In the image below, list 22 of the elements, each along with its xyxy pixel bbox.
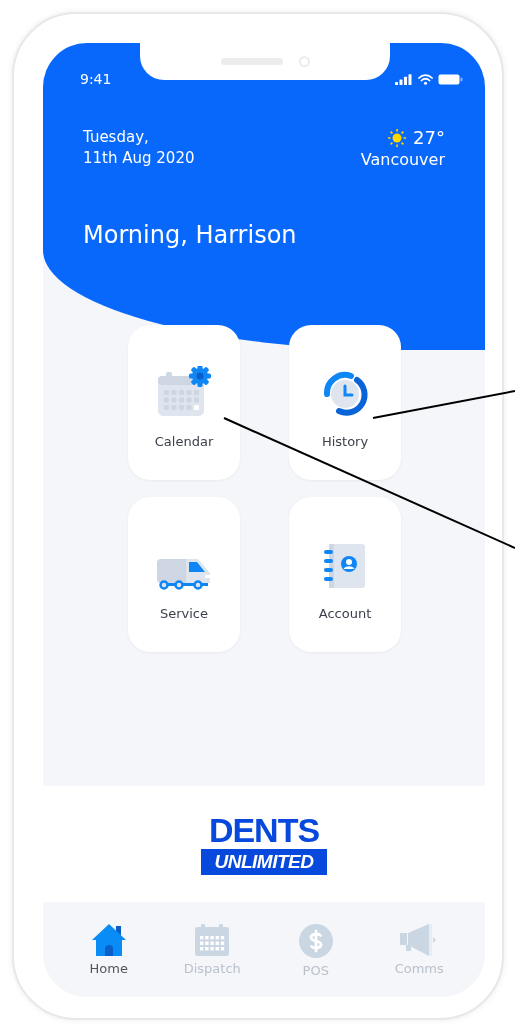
menu-tile[interactable]: History [289,325,401,480]
status-time: 9:41 [80,69,112,89]
logo: DENTS UNLIMITED [201,813,327,875]
battery-icon [438,73,463,85]
menu-tile[interactable]: Service [128,497,240,652]
menu-tile[interactable]: Account [289,497,401,652]
sun-icon [387,128,408,148]
dollar-coin-icon [297,923,334,959]
menu-tile[interactable]: Calendar [128,325,240,480]
greeting-text: Morning, Harrison [83,221,297,249]
address-book-icon [323,541,367,590]
calendar-gear-icon [156,365,212,418]
date-text: Tuesday, [83,127,150,148]
temperature-text: 27° [413,127,445,149]
calendar-icon [194,923,231,957]
history-icon [321,369,369,418]
signal-icon [395,73,413,85]
nav-tab[interactable]: Home [63,923,154,979]
wifi-icon [418,73,433,85]
home-icon [90,923,127,957]
date-text: 11th Aug 2020 [83,148,195,169]
city-text: Vancouver [360,149,445,171]
